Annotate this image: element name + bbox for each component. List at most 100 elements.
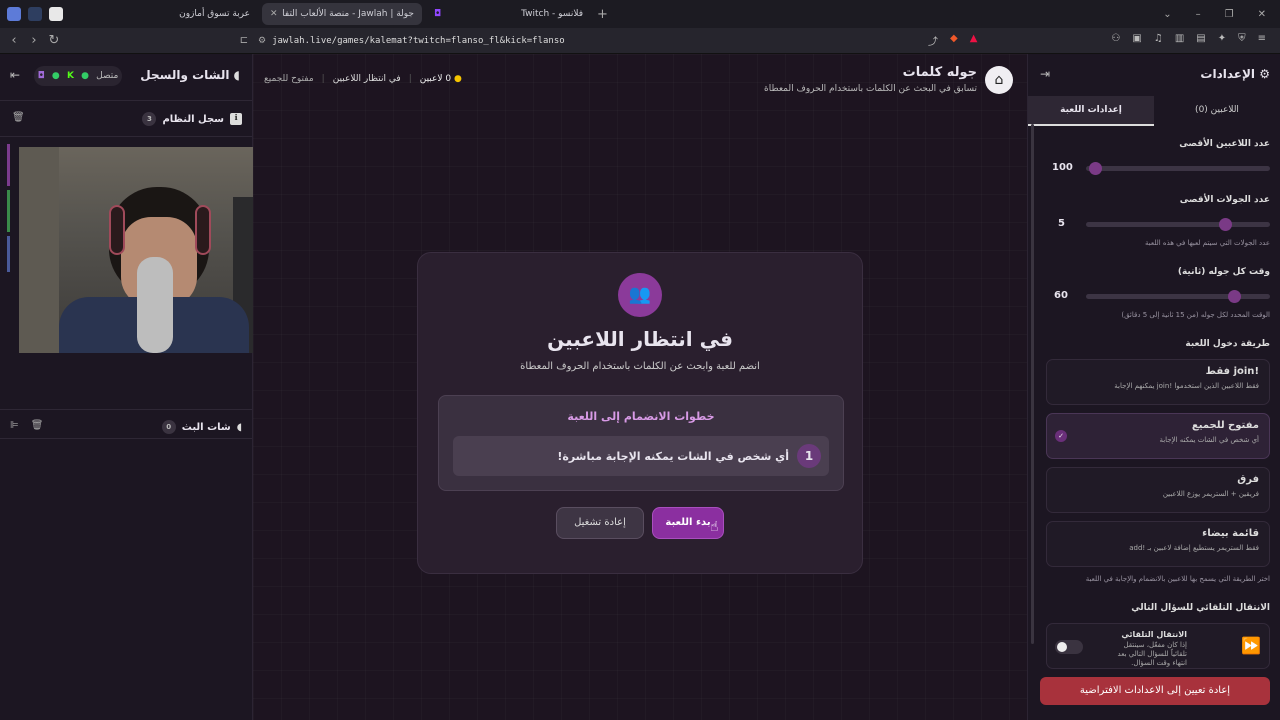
scrollbar[interactable] — [1031, 124, 1034, 644]
screenshot-icon[interactable]: ▣ — [1132, 33, 1141, 48]
steam-icon[interactable] — [28, 7, 42, 21]
max-rounds-value: 5 — [1058, 218, 1065, 229]
status-text: متصل — [96, 71, 119, 81]
tab-jawlah[interactable]: جولة | Jawlah - منصة الألعاب التفا ✕ — [262, 3, 422, 25]
log-marker-blue — [7, 236, 10, 272]
game-status-bar: ● 0 لاعبين | في انتظار اللاعبين | مفتوح … — [264, 74, 462, 84]
collapse-panel-icon[interactable]: ⇤ — [10, 68, 20, 82]
rewards-icon[interactable]: ▲ — [970, 33, 978, 48]
option-desc: فقط اللاعبين الذين استخدموا !join يمكنهم… — [1114, 382, 1259, 390]
fast-forward-icon: ⏩ — [1241, 636, 1261, 655]
steps-title: خطوات الانضمام إلى اللعبة — [567, 410, 715, 423]
join-method-label: طريقة دخول اللعبة — [1185, 339, 1270, 349]
tab-game-settings[interactable]: إعدادات اللعبة — [1028, 96, 1154, 126]
status-dot: ● — [51, 71, 60, 81]
game-subtitle: تسابق في البحث عن الكلمات باستخدام الحرو… — [764, 84, 977, 94]
brave-icon[interactable]: ◆ — [950, 33, 958, 48]
back-icon[interactable]: ‹ — [4, 33, 24, 48]
forward-icon[interactable]: › — [24, 33, 44, 48]
chat-icon: ◖ — [233, 68, 240, 82]
tab-amazon[interactable]: عربة تسوق أمازون — [123, 3, 258, 25]
join-option-teams[interactable]: فرق فريقين + الستريمر يوزع اللاعبين — [1046, 467, 1270, 513]
players-icon: 👥 — [618, 273, 662, 317]
game-area: ⌂ جوله كلمات تسابق في البحث عن الكلمات ب… — [253, 54, 1027, 720]
maximize-icon[interactable]: ❐ — [1225, 9, 1234, 20]
trash-icon[interactable]: 🗑 — [12, 112, 25, 123]
max-players-label: عدد اللاعبين الأقصى — [1179, 139, 1270, 149]
join-step: 1 أي شخص في الشات يمكنه الإجابة مباشرة! — [453, 436, 829, 476]
vpn-icon[interactable]: ⛨ — [1238, 33, 1246, 48]
stream-chat-title: شات البث — [181, 421, 231, 433]
step-number: 1 — [797, 444, 821, 468]
log-icon: ℹ — [230, 113, 242, 125]
wallet-icon[interactable]: ▤ — [1196, 33, 1205, 48]
status-dot: ● — [81, 71, 89, 81]
align-icon[interactable]: ⊫ — [10, 420, 19, 431]
max-rounds-slider[interactable] — [1086, 218, 1270, 231]
join-method-hint: اختر الطريقة التي يسمح بها للاعبين بالان… — [1085, 575, 1270, 583]
check-icon: ✓ — [1055, 430, 1067, 442]
join-steps-box: خطوات الانضمام إلى اللعبة 1 أي شخص في ال… — [438, 395, 844, 491]
webcam-overlay — [19, 147, 277, 353]
auto-advance-card: الانتقال التلقائي إذا كان مفعّل، سينتقل … — [1046, 623, 1270, 669]
app-icon[interactable] — [7, 7, 21, 21]
site-info-icon[interactable]: ⚙ — [258, 36, 266, 46]
slider-knob[interactable] — [1089, 162, 1103, 175]
option-title: !join فقط — [1205, 366, 1259, 377]
minimize-icon[interactable]: – — [1196, 9, 1201, 20]
tab-players[interactable]: اللاعبين (0) — [1154, 96, 1280, 126]
log-count-badge: 3 — [142, 112, 157, 126]
new-tab-icon[interactable]: + — [597, 7, 608, 22]
collapse-settings-icon[interactable]: ⇥ — [1040, 67, 1050, 81]
stream-chat-header: ◖ شات البث 0 — [161, 420, 242, 434]
sidebar-icon[interactable]: ▥ — [1175, 33, 1184, 48]
close-window-icon[interactable]: ✕ — [1258, 9, 1266, 20]
auto-advance-desc: إذا كان مفعّل، سينتقل تلقائياً للسؤال ال… — [1117, 641, 1187, 667]
waiting-card: 👥 في انتظار اللاعبين انضم للعبة وابحث عن… — [417, 252, 863, 574]
panel-title-row: ◖ الشات والسجل — [140, 68, 240, 82]
max-rounds-label: عدد الجولات الأقصى — [1179, 195, 1270, 205]
bookmark-icon[interactable]: ⊏ — [234, 35, 254, 46]
ai-icon[interactable]: ✦ — [1218, 33, 1226, 48]
round-time-hint: الوقت المحدد لكل جوله (من 15 ثانية إلى 5… — [1121, 311, 1270, 319]
amazon-icon[interactable] — [49, 7, 63, 21]
max-players-slider[interactable] — [1086, 162, 1270, 175]
game-title: جوله كلمات — [902, 65, 977, 80]
round-time-label: وقت كل جوله (ثانية) — [1177, 267, 1270, 277]
menu-icon[interactable]: ≡ — [1258, 33, 1266, 48]
connection-status: ◘ ● K ● متصل — [34, 66, 122, 86]
game-state: في انتظار اللاعبين — [332, 74, 401, 84]
share-icon[interactable]: ⤴ — [928, 33, 938, 48]
join-option-open[interactable]: مفتوح للجميع أي شخص في الشات يمكنه الإجا… — [1046, 413, 1270, 459]
max-rounds-hint: عدد الجولات التي سيتم لعبها في هذه اللعب… — [1145, 239, 1270, 247]
twitch-icon: ◘ — [37, 71, 45, 81]
extensions-icon[interactable]: ⚇ — [1111, 33, 1120, 48]
music-icon[interactable]: ♫ — [1154, 33, 1163, 48]
reset-defaults-button[interactable]: إعادة تعيين إلى الاعدادات الافتراضية — [1040, 677, 1270, 705]
settings-title: الإعدادات — [1200, 67, 1256, 81]
chat-count-badge: 0 — [161, 420, 176, 434]
home-button[interactable]: ⌂ — [985, 66, 1013, 94]
address-bar-row: ‹ › ↻ ⊏ ⚙ jawlah.live/games/kalemat?twit… — [0, 28, 1280, 54]
slider-knob[interactable] — [1219, 218, 1233, 231]
join-option-whitelist[interactable]: قائمة بيضاء فقط الستريمر يستطيع إضافة لا… — [1046, 521, 1270, 567]
panel-title: الشات والسجل — [140, 68, 230, 82]
chevron-down-icon[interactable]: ⌄ — [1163, 9, 1171, 20]
log-marker-green — [7, 190, 10, 232]
url-text[interactable]: jawlah.live/games/kalemat?twitch=flanso_… — [272, 36, 565, 46]
waiting-title: في انتظار اللاعبين — [547, 327, 733, 351]
trash-icon[interactable]: 🗑 — [31, 420, 44, 431]
auto-advance-toggle[interactable] — [1055, 640, 1083, 654]
slider-knob[interactable] — [1227, 290, 1241, 303]
close-icon[interactable]: ✕ — [270, 9, 278, 19]
tab-twitch[interactable]: فلانسو - Twitch ◘ — [426, 3, 591, 25]
reload-icon[interactable]: ↻ — [44, 33, 64, 48]
chat-icon: ◖ — [236, 421, 242, 433]
round-time-slider[interactable] — [1086, 290, 1270, 303]
join-option-join-only[interactable]: !join فقط فقط اللاعبين الذين استخدموا !j… — [1046, 359, 1270, 405]
option-desc: فقط الستريمر يستطيع إضافة لاعبين بـ !add — [1129, 544, 1259, 552]
auto-advance-title: الانتقال التلقائي — [1121, 630, 1187, 639]
restart-button[interactable]: إعادة تشغيل — [556, 507, 644, 539]
home-icon: ⌂ — [994, 72, 1004, 88]
browser-tab-bar: عربة تسوق أمازون جولة | Jawlah - منصة ال… — [0, 0, 1280, 28]
